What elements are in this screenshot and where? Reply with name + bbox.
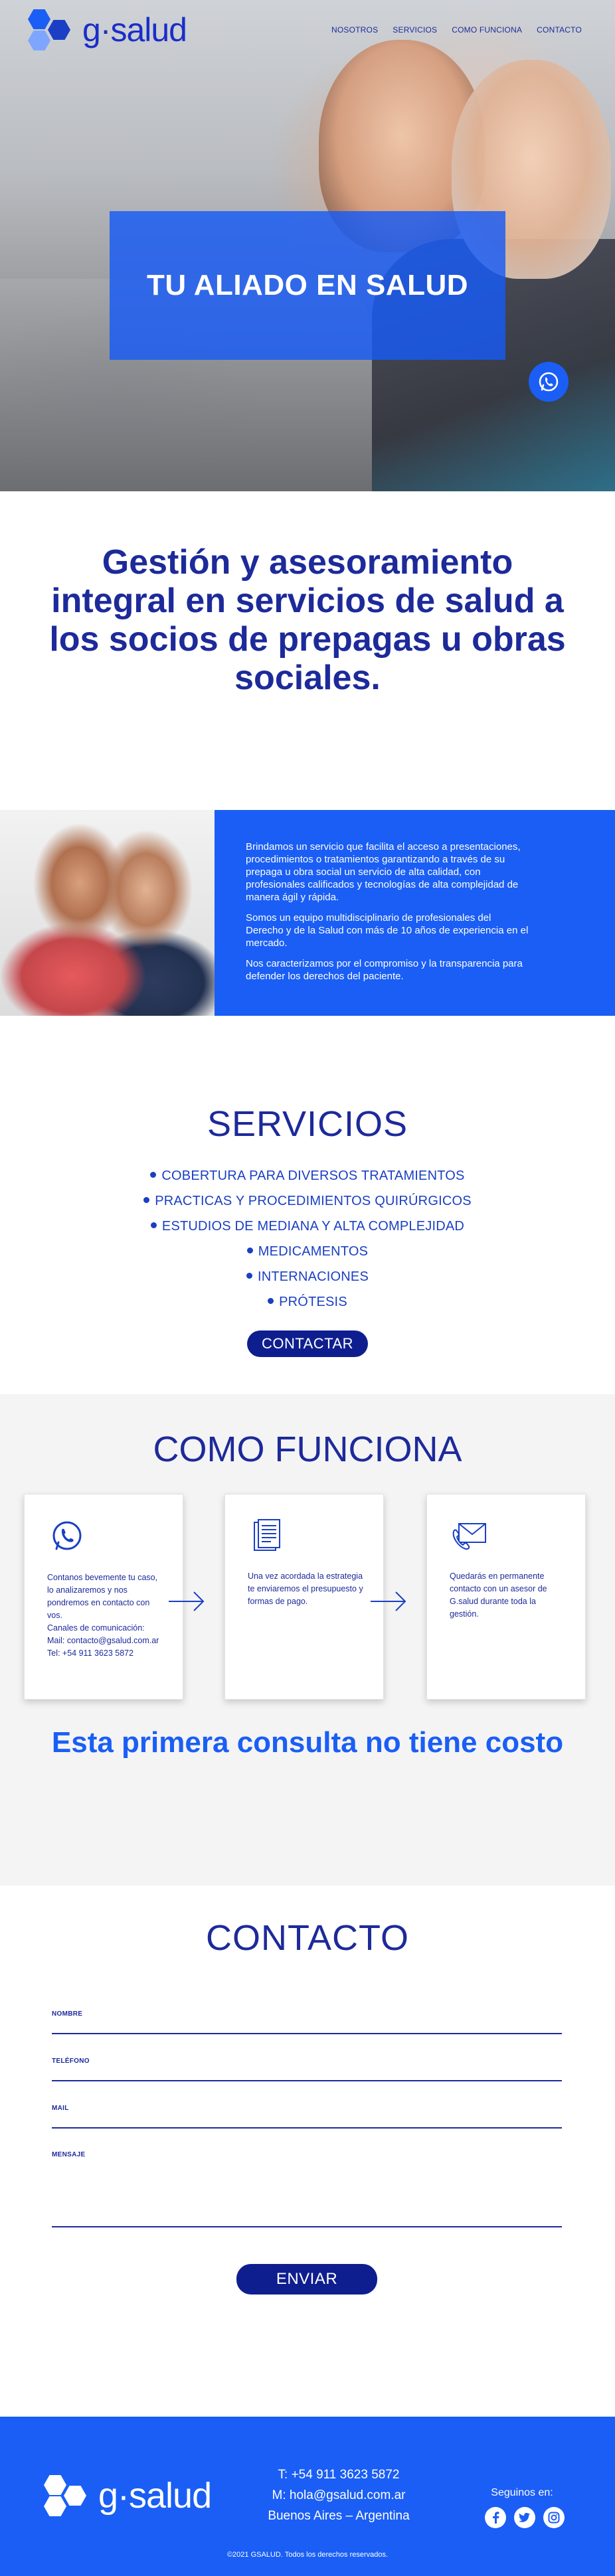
mail-field-wrap: MAIL [52, 2105, 562, 2129]
footer: g·salud T: +54 911 3623 5872 M: hola@gsa… [0, 2417, 615, 2576]
servicio-label: PRÓTESIS [279, 1295, 347, 1309]
mensaje-label: MENSAJE [52, 2151, 86, 2158]
arrow-right-icon [169, 1591, 205, 1611]
contacto-title: CONTACTO [205, 1918, 409, 1958]
nombre-label: NOMBRE [52, 2010, 83, 2018]
mensaje-field-wrap: MENSAJE [52, 2151, 562, 2227]
about-paragraph: Nos caracterizamos por el compromiso y l… [246, 958, 523, 982]
servicio-label: PRACTICAS Y PROCEDIMIENTOS QUIRÚRGICOS [155, 1194, 472, 1208]
servicios-section: SERVICIOS COBERTURA PARA DIVERSOS TRATAM… [0, 1016, 615, 1394]
step-text: Contanos bevemente tu caso, lo analizare… [47, 1571, 164, 1660]
logo-wordmark: g·salud [98, 2476, 212, 2516]
nav-item-como-funciona[interactable]: COMO FUNCIONA [452, 25, 522, 35]
intro-section: Gestión y asesoramiento integral en serv… [0, 491, 615, 810]
about-text: Brindamos un servicio que facilita el ac… [246, 841, 531, 991]
mail-field[interactable] [52, 2114, 562, 2126]
step-card: Una vez acordada la estrategia te enviar… [224, 1494, 384, 1700]
list-item: PRÓTESIS [0, 1289, 615, 1315]
step-line: Canales de comunicación: [47, 1623, 145, 1633]
como-funciona-title: COMO FUNCIONA [153, 1429, 462, 1469]
footer-contact-info: T: +54 911 3623 5872 M: hola@gsalud.com.… [239, 2464, 438, 2526]
list-item: COBERTURA PARA DIVERSOS TRATAMIENTOS [0, 1163, 615, 1188]
nombre-field[interactable] [52, 2020, 562, 2032]
footer-phone[interactable]: T: +54 911 3623 5872 [239, 2464, 438, 2485]
telefono-label: TELÉFONO [52, 2057, 90, 2065]
servicio-label: ESTUDIOS DE MEDIANA Y ALTA COMPLEJIDAD [161, 1219, 465, 1234]
main-nav: NOSOTROS SERVICIOS COMO FUNCIONA CONTACT… [331, 25, 582, 35]
social-links [485, 2507, 565, 2528]
bullet-icon [268, 1298, 274, 1304]
whatsapp-icon [52, 1521, 82, 1550]
about-paragraph: Brindamos un servicio que facilita el ac… [246, 841, 521, 903]
telefono-field[interactable] [52, 2067, 562, 2079]
footer-email[interactable]: M: hola@gsalud.com.ar [239, 2485, 438, 2506]
contacto-section: CONTACTO NOMBRE TELÉFONO MAIL MENSAJE EN… [0, 1886, 615, 2417]
list-item: INTERNACIONES [0, 1264, 615, 1289]
twitter-icon[interactable] [514, 2507, 535, 2528]
whatsapp-float-button[interactable] [529, 362, 569, 402]
hero-banner: TU ALIADO EN SALUD [110, 211, 505, 360]
step-line: Contanos bevemente tu caso, lo analizare… [47, 1573, 158, 1620]
step-card: Quedarás en permanente contacto con un a… [426, 1494, 586, 1700]
contactar-button[interactable]: CONTACTAR [247, 1330, 368, 1357]
site-logo[interactable]: g·salud [25, 8, 187, 52]
step-line: Mail: contacto@gsalud.com.ar [47, 1636, 159, 1645]
facebook-icon[interactable] [485, 2507, 506, 2528]
follow-label: Seguinos en: [491, 2487, 553, 2498]
step-card: Contanos bevemente tu caso, lo analizare… [24, 1494, 183, 1700]
servicio-label: INTERNACIONES [257, 1269, 369, 1284]
step-text: Quedarás en permanente contacto con un a… [450, 1570, 567, 1621]
whatsapp-icon [539, 372, 559, 392]
servicio-label: COBERTURA PARA DIVERSOS TRATAMIENTOS [161, 1168, 465, 1183]
nav-item-nosotros[interactable]: NOSOTROS [331, 25, 378, 35]
mail-label: MAIL [52, 2105, 69, 2112]
footer-location: Buenos Aires – Argentina [268, 2509, 410, 2523]
bullet-icon [150, 1172, 157, 1178]
nombre-field-wrap: NOMBRE [52, 2010, 562, 2034]
enviar-button[interactable]: ENVIAR [236, 2264, 377, 2294]
intro-heading: Gestión y asesoramiento integral en serv… [49, 543, 566, 697]
document-icon [254, 1519, 280, 1551]
nav-item-servicios[interactable]: SERVICIOS [393, 25, 437, 35]
telefono-field-wrap: TELÉFONO [52, 2057, 562, 2081]
bullet-icon [150, 1222, 157, 1228]
servicios-list: COBERTURA PARA DIVERSOS TRATAMIENTOS PRA… [0, 1163, 615, 1315]
footer-logo[interactable]: g·salud [41, 2474, 212, 2518]
mail-phone-icon [452, 1523, 486, 1550]
about-paragraph: Somos un equipo multidisciplinario de pr… [246, 912, 529, 949]
couple-photo [0, 810, 215, 1016]
como-funciona-section: COMO FUNCIONA Contanos bevemente tu caso… [0, 1394, 615, 1886]
copyright: ©2021 GSALUD. Todos los derechos reserva… [226, 2551, 389, 2559]
nav-item-contacto[interactable]: CONTACTO [537, 25, 582, 35]
hero-section: g·salud NOSOTROS SERVICIOS COMO FUNCIONA… [0, 0, 615, 491]
arrow-right-icon [371, 1591, 406, 1611]
instagram-icon[interactable] [543, 2507, 565, 2528]
free-consultation-text: Esta primera consulta no tiene costo [51, 1726, 564, 1759]
about-section: Brindamos un servicio que facilita el ac… [0, 810, 615, 1016]
mensaje-field[interactable] [52, 2166, 562, 2224]
list-item: MEDICAMENTOS [0, 1239, 615, 1264]
hero-title: TU ALIADO EN SALUD [146, 269, 469, 301]
logo-wordmark: g·salud [82, 11, 187, 48]
step-line: Quedarás en permanente contacto con un a… [450, 1571, 547, 1619]
bullet-icon [246, 1248, 253, 1253]
bullet-icon [143, 1197, 150, 1203]
list-item: PRACTICAS Y PROCEDIMIENTOS QUIRÚRGICOS [0, 1188, 615, 1214]
servicio-label: MEDICAMENTOS [258, 1244, 369, 1259]
step-line: Tel: +54 911 3623 5872 [47, 1649, 134, 1658]
logo-hexagons-icon [25, 8, 76, 52]
list-item: ESTUDIOS DE MEDIANA Y ALTA COMPLEJIDAD [0, 1214, 615, 1239]
logo-hexagons-icon [41, 2474, 92, 2518]
servicios-title: SERVICIOS [207, 1104, 408, 1144]
step-line: Una vez acordada la estrategia te enviar… [248, 1571, 363, 1606]
bullet-icon [246, 1273, 252, 1279]
step-text: Una vez acordada la estrategia te enviar… [248, 1570, 365, 1608]
